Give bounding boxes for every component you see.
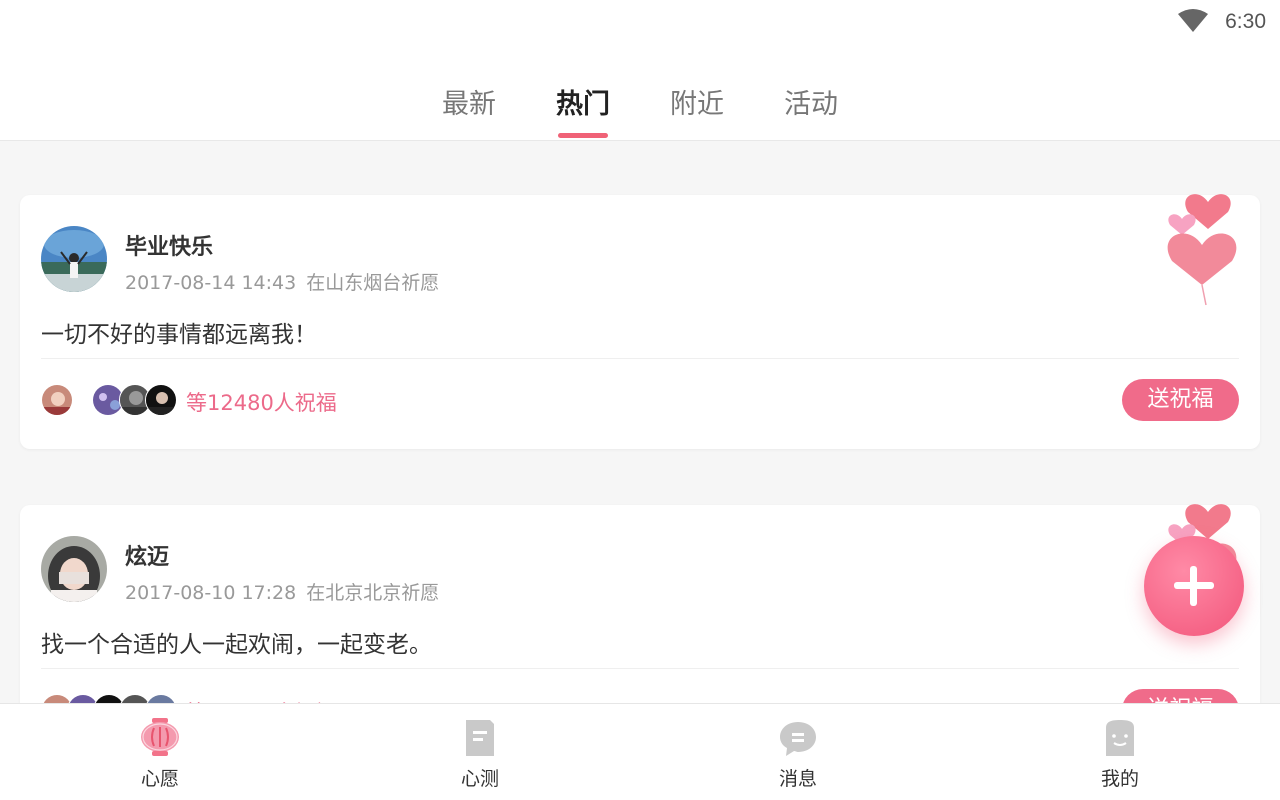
blesser-avatars[interactable] bbox=[41, 384, 191, 416]
wish-text: 找一个合适的人一起欢闹，一起变老。 bbox=[41, 632, 432, 658]
bottom-nav: 心愿 心测 消息 我的 bbox=[0, 703, 1280, 800]
tab-latest[interactable]: 最新 bbox=[442, 82, 496, 121]
username[interactable]: 毕业快乐 bbox=[125, 229, 213, 261]
nav-item-messages[interactable]: 消息 bbox=[718, 704, 878, 800]
card-divider bbox=[41, 358, 1239, 359]
nav-label: 我的 bbox=[1100, 768, 1139, 790]
nav-item-wish[interactable]: 心愿 bbox=[80, 704, 240, 800]
tab-events[interactable]: 活动 bbox=[784, 82, 838, 121]
post-location: 在北京北京祈愿 bbox=[306, 582, 440, 604]
status-bar: 6:30 bbox=[0, 0, 1280, 44]
tab-nearby[interactable]: 附近 bbox=[670, 82, 724, 121]
post-datetime: 2017-08-14 14:43 bbox=[125, 272, 297, 294]
post-meta: 2017-08-10 17:28 在北京北京祈愿 bbox=[125, 578, 439, 605]
nav-item-profile[interactable]: 我的 bbox=[1040, 704, 1200, 800]
nav-label: 心测 bbox=[460, 768, 499, 790]
nav-label: 消息 bbox=[778, 768, 817, 790]
bless-count[interactable]: 等12480人祝福 bbox=[186, 387, 337, 417]
blesser-avatar bbox=[41, 384, 73, 416]
post-location: 在山东烟台祈愿 bbox=[306, 272, 440, 294]
lantern-icon bbox=[141, 718, 179, 756]
post-datetime: 2017-08-10 17:28 bbox=[125, 582, 297, 604]
profile-face-icon bbox=[1106, 720, 1134, 756]
nav-label: 心愿 bbox=[140, 768, 179, 790]
blesser-avatar bbox=[145, 384, 177, 416]
post-meta: 2017-08-14 14:43 在山东烟台祈愿 bbox=[125, 268, 439, 295]
wish-text: 一切不好的事情都远离我！ bbox=[41, 322, 317, 348]
chat-bubble-icon bbox=[780, 722, 816, 756]
top-tab-bar: 最新 热门 附近 活动 bbox=[0, 44, 1280, 141]
tab-hot[interactable]: 热门 bbox=[556, 82, 610, 121]
user-avatar[interactable] bbox=[41, 226, 107, 292]
wish-card[interactable]: 毕业快乐 2017-08-14 14:43 在山东烟台祈愿 一切不好的事情都远离我… bbox=[20, 194, 1260, 449]
active-tab-indicator bbox=[558, 133, 608, 138]
hearts-balloon-icon bbox=[1167, 194, 1237, 306]
wifi-icon bbox=[1178, 9, 1208, 32]
nav-item-test[interactable]: 心测 bbox=[400, 704, 560, 800]
user-avatar[interactable] bbox=[41, 536, 107, 602]
add-wish-button[interactable] bbox=[1144, 536, 1244, 636]
document-icon bbox=[466, 720, 494, 756]
username[interactable]: 炫迈 bbox=[125, 539, 169, 571]
card-divider bbox=[41, 668, 1239, 669]
send-blessing-button[interactable]: 送祝福 bbox=[1122, 379, 1239, 421]
status-time: 6:30 bbox=[1225, 10, 1266, 33]
